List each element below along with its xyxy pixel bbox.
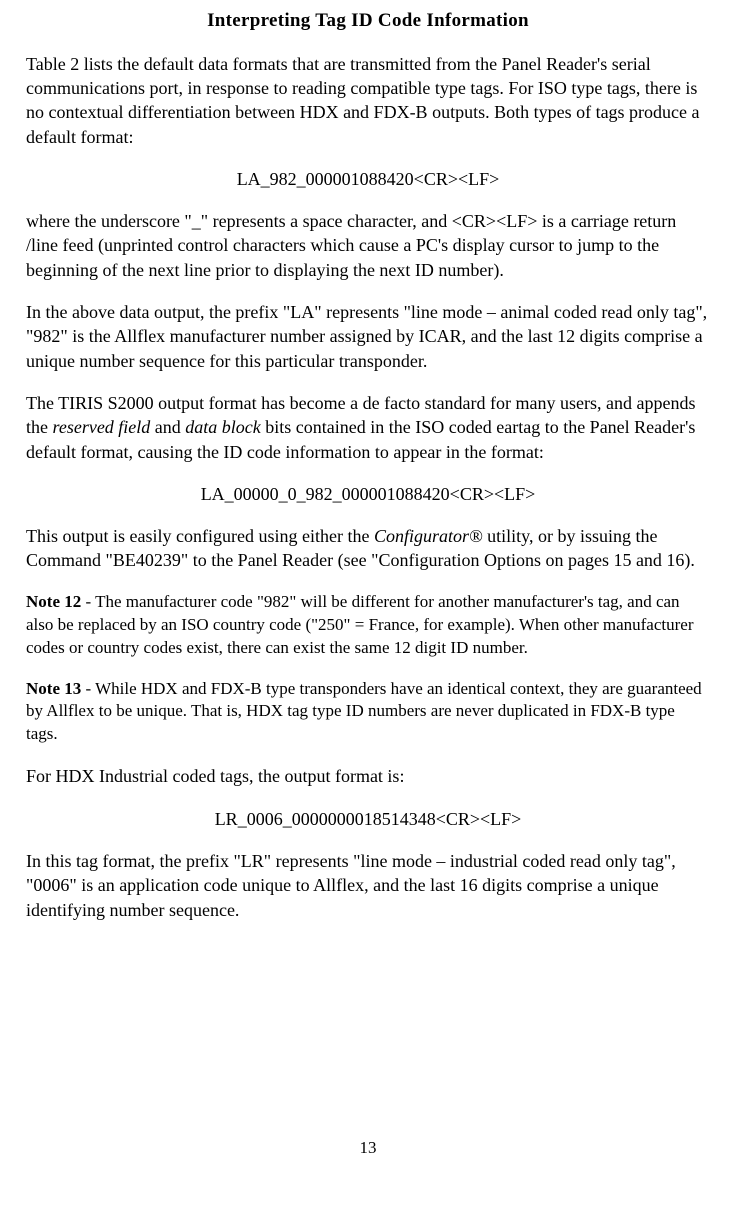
note-13: Note 13 - While HDX and FDX-B type trans… xyxy=(26,678,710,747)
note-13-label: Note 13 xyxy=(26,679,81,698)
italic-configurator: Configurator® xyxy=(374,526,483,546)
paragraph-hdx-industrial: For HDX Industrial coded tags, the outpu… xyxy=(26,764,710,788)
page-title: Interpreting Tag ID Code Information xyxy=(26,8,710,34)
note-13-body: - While HDX and FDX-B type transponders … xyxy=(26,679,702,744)
note-12-body: - The manufacturer code "982" will be di… xyxy=(26,592,693,657)
paragraph-underscore: where the underscore "_" represents a sp… xyxy=(26,209,710,282)
note-12-label: Note 12 xyxy=(26,592,81,611)
text-run: and xyxy=(150,417,185,437)
italic-data-block: data block xyxy=(185,417,260,437)
note-12: Note 12 - The manufacturer code "982" wi… xyxy=(26,591,710,660)
code-sample-1: LA_982_000001088420<CR><LF> xyxy=(26,167,710,191)
italic-reserved-field: reserved field xyxy=(53,417,151,437)
paragraph-prefix-la: In the above data output, the prefix "LA… xyxy=(26,300,710,373)
paragraph-tiris: The TIRIS S2000 output format has become… xyxy=(26,391,710,464)
text-run: This output is easily configured using e… xyxy=(26,526,374,546)
code-sample-2: LA_00000_0_982_000001088420<CR><LF> xyxy=(26,482,710,506)
paragraph-configurator: This output is easily configured using e… xyxy=(26,524,710,573)
paragraph-prefix-lr: In this tag format, the prefix "LR" repr… xyxy=(26,849,710,922)
paragraph-intro: Table 2 lists the default data formats t… xyxy=(26,52,710,149)
code-sample-3: LR_0006_0000000018514348<CR><LF> xyxy=(26,807,710,831)
page-number: 13 xyxy=(26,1137,710,1160)
